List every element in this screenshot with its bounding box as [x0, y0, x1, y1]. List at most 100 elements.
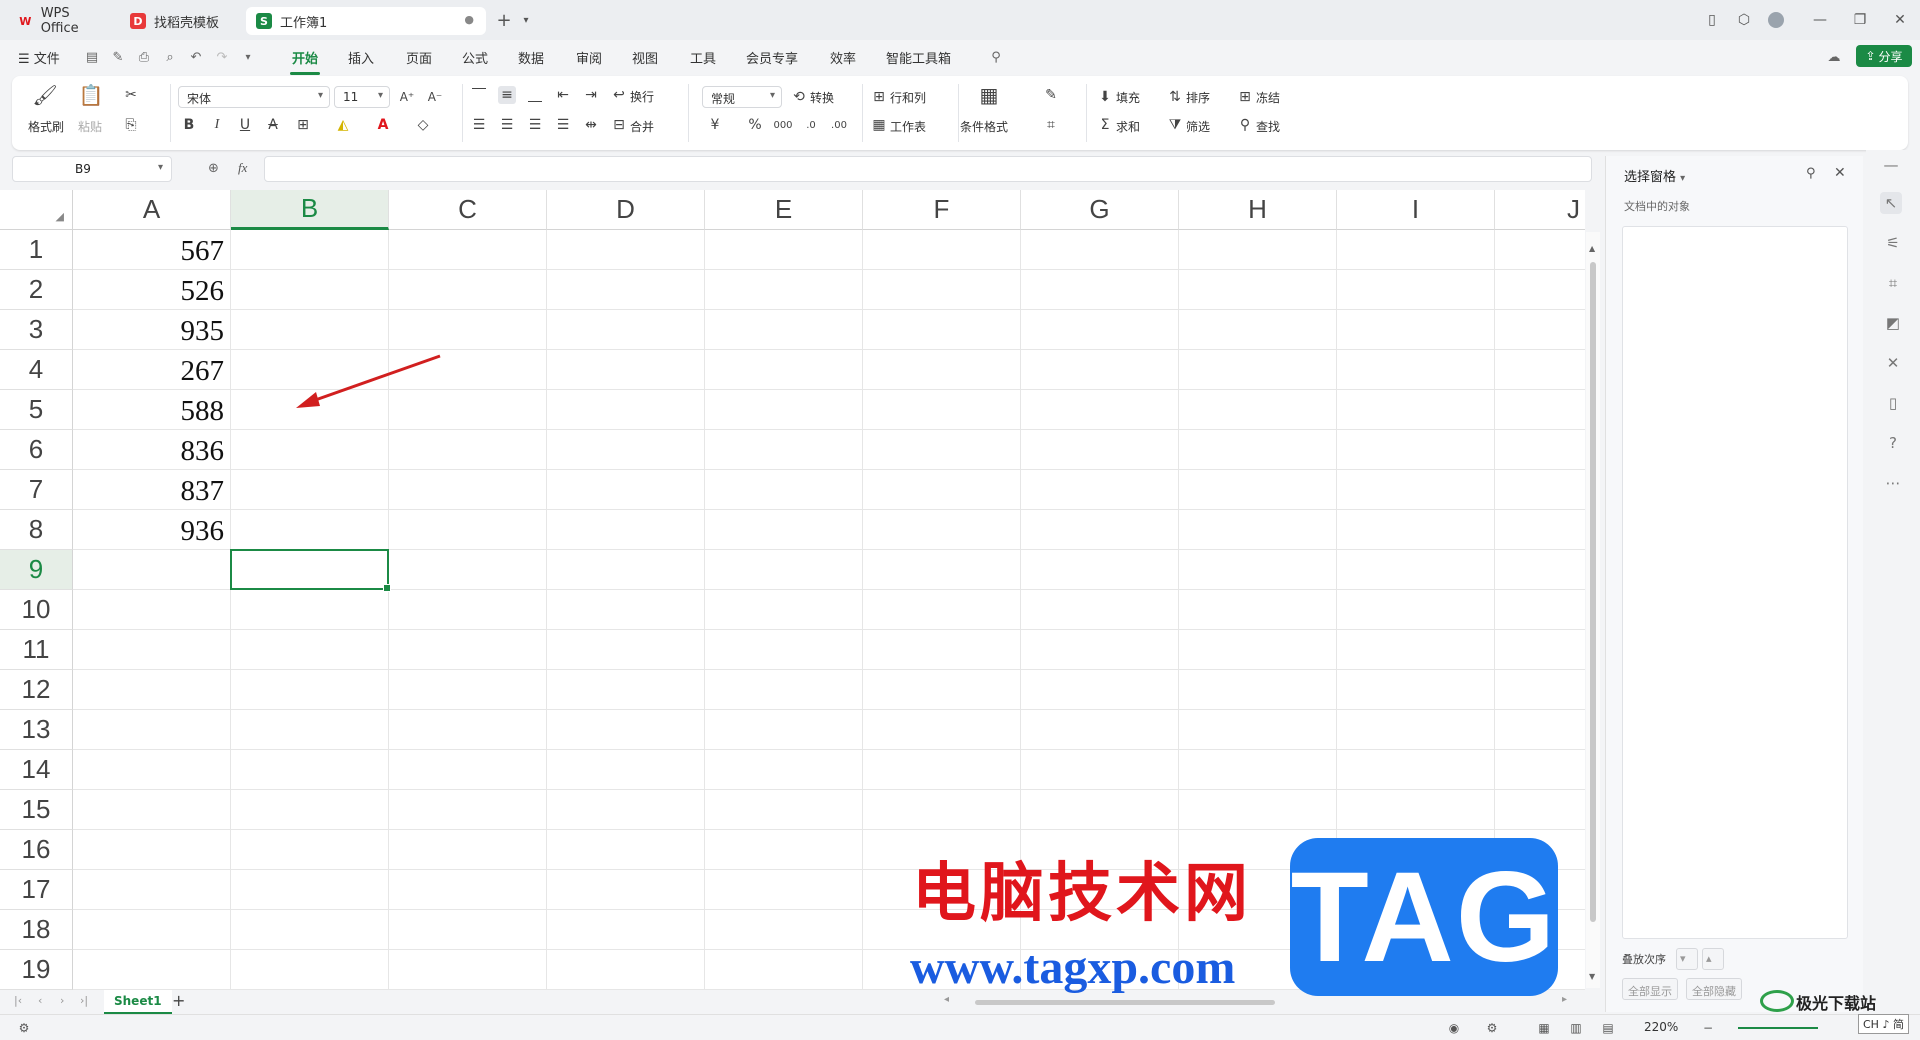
next-sheet-icon[interactable]: › [60, 994, 64, 1007]
number-format-select[interactable]: 常规 ▾ [702, 86, 782, 108]
collapse-icon[interactable]: — [1882, 156, 1900, 174]
chart-icon[interactable]: ◩ [1884, 314, 1902, 332]
cell-a2[interactable]: 526 [73, 270, 226, 310]
thousands-icon[interactable]: 000 [773, 116, 792, 134]
tab-data[interactable]: 数据 [518, 48, 544, 67]
row-col-icon[interactable]: ⊞ [870, 88, 888, 106]
font-name-select[interactable]: 宋体 ▾ [178, 86, 330, 108]
eye-protect-icon[interactable]: ◉ [1446, 1020, 1462, 1036]
tab-home[interactable]: 开始 [289, 48, 321, 75]
paste-button[interactable]: 粘贴 [78, 118, 102, 135]
italic-button[interactable]: I [208, 116, 226, 134]
close-icon[interactable]: ✕ [1892, 12, 1908, 28]
decrease-decimal-icon[interactable]: .00 [830, 116, 848, 134]
row-header-14[interactable]: 14 [0, 750, 73, 790]
fill-color-icon[interactable]: ◭ [334, 116, 352, 134]
cube-icon[interactable]: ⬡ [1736, 12, 1752, 28]
normal-view-icon[interactable]: ▦ [1536, 1020, 1552, 1036]
chevron-down-icon[interactable]: ▾ [518, 12, 534, 28]
hide-all-button[interactable]: 全部隐藏 [1686, 978, 1742, 1000]
row-header-1[interactable]: 1 [0, 230, 73, 270]
align-top-icon[interactable]: ⎺ [470, 86, 488, 104]
name-box[interactable]: B9 ▾ [12, 156, 172, 182]
strikethrough-button[interactable]: A [264, 116, 282, 134]
bold-button[interactable]: B [180, 116, 198, 134]
row-header-5[interactable]: 5 [0, 390, 73, 430]
row-col-button[interactable]: 行和列 [890, 89, 926, 106]
row-header-8[interactable]: 8 [0, 510, 73, 550]
tab-formula[interactable]: 公式 [462, 48, 488, 67]
settings-icon[interactable]: ⚙ [1484, 1020, 1500, 1036]
file-menu[interactable]: ☰ 文件 [18, 48, 60, 67]
scroll-up-icon[interactable]: ▲ [1589, 244, 1595, 253]
cell-a3[interactable]: 935 [73, 310, 226, 350]
find-icon[interactable]: ⚲ [1236, 116, 1254, 134]
underline-button[interactable]: U [236, 116, 254, 134]
align-center-icon[interactable]: ☰ [498, 116, 516, 134]
find-button[interactable]: 查找 [1256, 118, 1280, 135]
row-header-3[interactable]: 3 [0, 310, 73, 350]
move-down-button[interactable]: ▾ [1676, 948, 1698, 970]
tab-page[interactable]: 页面 [406, 48, 432, 67]
cell-a6[interactable]: 836 [73, 430, 226, 470]
tab-workbook1[interactable]: S 工作簿1 ● [246, 7, 486, 35]
new-tab-button[interactable]: + [496, 10, 512, 31]
column-header-i[interactable]: I [1337, 190, 1495, 230]
column-header-f[interactable]: F [863, 190, 1021, 230]
share-button[interactable]: ⇪ 分享 [1856, 45, 1912, 67]
wrap-button[interactable]: 换行 [630, 88, 654, 105]
layout-icon[interactable]: ▯ [1704, 12, 1720, 28]
tab-docer-templates[interactable]: D 找稻壳模板 [120, 7, 238, 35]
undo-icon[interactable]: ↶ [188, 49, 204, 65]
tab-smart-toolbox[interactable]: 智能工具箱 [886, 48, 951, 67]
border-icon[interactable]: ⊞ [294, 116, 312, 134]
column-header-a[interactable]: A [73, 190, 231, 230]
last-sheet-icon[interactable]: ›| [80, 994, 88, 1007]
format-painter-button[interactable]: 格式刷 [28, 118, 64, 135]
page-layout-icon[interactable]: ▥ [1568, 1020, 1584, 1036]
edit-icon[interactable]: ✎ [110, 49, 126, 65]
sheet-tab-sheet1[interactable]: Sheet1 [104, 990, 172, 1014]
paste-icon[interactable]: 📋 [79, 83, 104, 107]
prev-sheet-icon[interactable]: ‹ [38, 994, 42, 1007]
align-left-icon[interactable]: ☰ [470, 116, 488, 134]
increase-font-icon[interactable]: A⁺ [398, 88, 416, 106]
scroll-left-icon[interactable]: ◂ [944, 994, 949, 1005]
row-header-6[interactable]: 6 [0, 430, 73, 470]
redo-icon[interactable]: ↷ [214, 49, 230, 65]
fill-icon[interactable]: ⬇ [1096, 88, 1114, 106]
scrollbar-thumb[interactable] [1590, 262, 1596, 922]
pin-icon[interactable]: ⚲ [1806, 166, 1816, 181]
decrease-font-icon[interactable]: A⁻ [426, 88, 444, 106]
align-middle-icon[interactable]: ≡ [498, 86, 516, 104]
row-header-11[interactable]: 11 [0, 630, 73, 670]
move-up-button[interactable]: ▴ [1702, 948, 1724, 970]
wrap-icon[interactable]: ↩ [610, 86, 628, 104]
row-header-17[interactable]: 17 [0, 870, 73, 910]
help-icon[interactable]: ? [1884, 434, 1902, 452]
sort-button[interactable]: 排序 [1186, 89, 1210, 106]
object-list[interactable] [1622, 226, 1848, 939]
font-color-icon[interactable]: A [374, 116, 392, 134]
tools-icon[interactable]: ✕ [1884, 354, 1902, 372]
scroll-right-icon[interactable]: ▸ [1562, 994, 1567, 1005]
indent-decrease-icon[interactable]: ⇤ [554, 86, 572, 104]
print-preview-icon[interactable]: ⌕ [162, 49, 178, 65]
copy-icon[interactable]: ⎘ [122, 116, 140, 134]
fill-button[interactable]: 填充 [1116, 89, 1140, 106]
conditional-format-icon[interactable]: ▦ [980, 83, 999, 107]
tab-review[interactable]: 审阅 [576, 48, 602, 67]
close-icon[interactable]: ✕ [1834, 165, 1846, 181]
row-header-19[interactable]: 19 [0, 950, 73, 990]
zoom-formula-icon[interactable]: ⊕ [208, 161, 219, 176]
filter-icon[interactable]: ⧩ [1166, 116, 1184, 134]
row-header-9[interactable]: 9 [0, 550, 73, 590]
row-header-12[interactable]: 12 [0, 670, 73, 710]
currency-button[interactable]: ¥ [706, 116, 724, 134]
row-header-18[interactable]: 18 [0, 910, 73, 950]
selection-pane-title[interactable]: 选择窗格 ▾ [1624, 166, 1685, 185]
comment-icon[interactable]: ⌗ [1884, 274, 1902, 292]
distribute-icon[interactable]: ⇹ [582, 116, 600, 134]
row-header-7[interactable]: 7 [0, 470, 73, 510]
row-header-13[interactable]: 13 [0, 710, 73, 750]
